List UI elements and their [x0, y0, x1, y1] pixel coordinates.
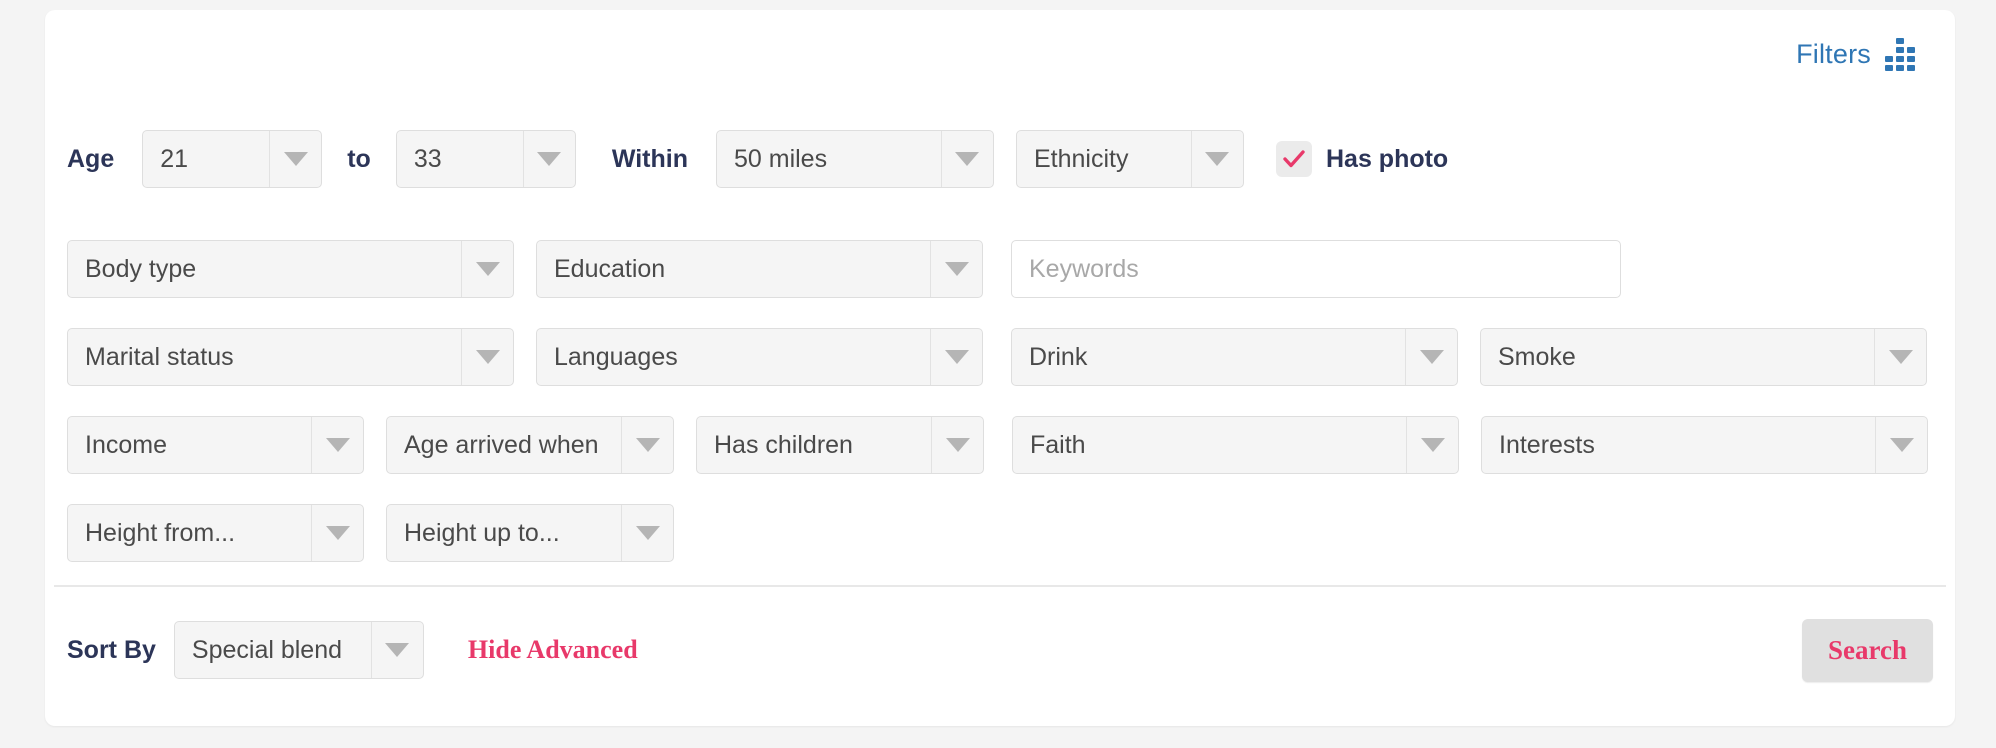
chevron-down-icon[interactable]: [1874, 329, 1926, 385]
languages-select[interactable]: Languages: [536, 328, 983, 386]
chevron-down-icon[interactable]: [1190, 131, 1243, 187]
filter-grid-icon[interactable]: [1885, 38, 1915, 71]
filter-row-3: Marital status Languages Drink Smoke: [67, 328, 1927, 386]
sort-by-select[interactable]: Special blend: [173, 621, 424, 679]
chevron-down-icon[interactable]: [930, 241, 982, 297]
chevron-down-icon[interactable]: [522, 131, 575, 187]
chevron-down-icon[interactable]: [1406, 417, 1458, 473]
keywords-field-wrap: [1011, 240, 1621, 298]
chevron-down-icon[interactable]: [1875, 417, 1927, 473]
ethnicity-select[interactable]: Ethnicity: [1015, 130, 1244, 188]
education-select[interactable]: Education: [536, 240, 983, 298]
filters-toggle[interactable]: Filters: [1796, 38, 1915, 71]
distance-value: 50 miles: [733, 144, 828, 173]
income-select[interactable]: Income: [67, 416, 364, 474]
chevron-down-icon[interactable]: [269, 131, 321, 187]
hide-advanced-link[interactable]: Hide Advanced: [468, 635, 638, 665]
search-button[interactable]: Search: [1802, 618, 1933, 682]
smoke-value: Smoke: [1498, 342, 1576, 371]
filter-row-4: Income Age arrived when Has children Fai…: [67, 416, 1928, 474]
body-type-value: Body type: [85, 254, 197, 283]
filters-label[interactable]: Filters: [1796, 39, 1871, 70]
sort-by-label: Sort By: [67, 635, 156, 664]
smoke-select[interactable]: Smoke: [1480, 328, 1927, 386]
marital-status-value: Marital status: [85, 342, 234, 371]
chevron-down-icon[interactable]: [621, 505, 673, 561]
age-to-select[interactable]: 33: [395, 130, 576, 188]
chevron-down-icon[interactable]: [461, 329, 513, 385]
has-children-value: Has children: [714, 430, 853, 459]
chevron-down-icon[interactable]: [940, 131, 993, 187]
search-action-bar: Sort By Special blend Hide Advanced Sear…: [67, 610, 1933, 690]
distance-select[interactable]: 50 miles: [715, 130, 994, 188]
age-arrived-value: Age arrived when: [404, 430, 599, 459]
has-photo-checkbox[interactable]: Has photo: [1275, 141, 1449, 177]
chevron-down-icon[interactable]: [931, 417, 983, 473]
education-value: Education: [554, 254, 666, 283]
drink-value: Drink: [1029, 342, 1088, 371]
filter-row-1: Age 21 to 33 Within 50 miles Ethnicity H…: [67, 130, 1933, 188]
sort-by-value: Special blend: [191, 635, 343, 664]
age-from-value: 21: [160, 144, 189, 173]
languages-value: Languages: [554, 342, 678, 371]
income-value: Income: [85, 430, 167, 459]
body-type-select[interactable]: Body type: [67, 240, 514, 298]
chevron-down-icon[interactable]: [370, 622, 423, 678]
filter-row-5: Height from... Height up to...: [67, 504, 674, 562]
marital-status-select[interactable]: Marital status: [67, 328, 514, 386]
chevron-down-icon[interactable]: [311, 505, 363, 561]
faith-value: Faith: [1030, 430, 1086, 459]
within-label: Within: [611, 144, 688, 173]
keywords-input[interactable]: [1011, 240, 1621, 298]
chevron-down-icon[interactable]: [1405, 329, 1457, 385]
height-from-value: Height from...: [85, 518, 236, 547]
age-arrived-select[interactable]: Age arrived when: [386, 416, 674, 474]
checkmark-icon[interactable]: [1275, 141, 1312, 177]
height-from-select[interactable]: Height from...: [67, 504, 364, 562]
age-from-select[interactable]: 21: [142, 130, 323, 188]
chevron-down-icon[interactable]: [461, 241, 513, 297]
chevron-down-icon[interactable]: [621, 417, 673, 473]
age-to-value: 33: [413, 144, 442, 173]
height-up-to-value: Height up to...: [404, 518, 560, 547]
filter-row-2: Body type Education: [67, 240, 1621, 298]
advanced-search-panel: Filters Age 21 to 33 Within 50 miles Eth…: [45, 10, 1955, 726]
age-to-label: to: [347, 144, 371, 173]
has-photo-label: Has photo: [1325, 144, 1449, 173]
section-divider: [54, 585, 1946, 587]
interests-value: Interests: [1499, 430, 1595, 459]
faith-select[interactable]: Faith: [1012, 416, 1459, 474]
chevron-down-icon[interactable]: [930, 329, 982, 385]
has-children-select[interactable]: Has children: [696, 416, 984, 474]
chevron-down-icon[interactable]: [311, 417, 363, 473]
drink-select[interactable]: Drink: [1011, 328, 1458, 386]
height-up-to-select[interactable]: Height up to...: [386, 504, 674, 562]
ethnicity-value: Ethnicity: [1033, 144, 1129, 173]
age-label: Age: [67, 144, 115, 173]
interests-select[interactable]: Interests: [1481, 416, 1928, 474]
